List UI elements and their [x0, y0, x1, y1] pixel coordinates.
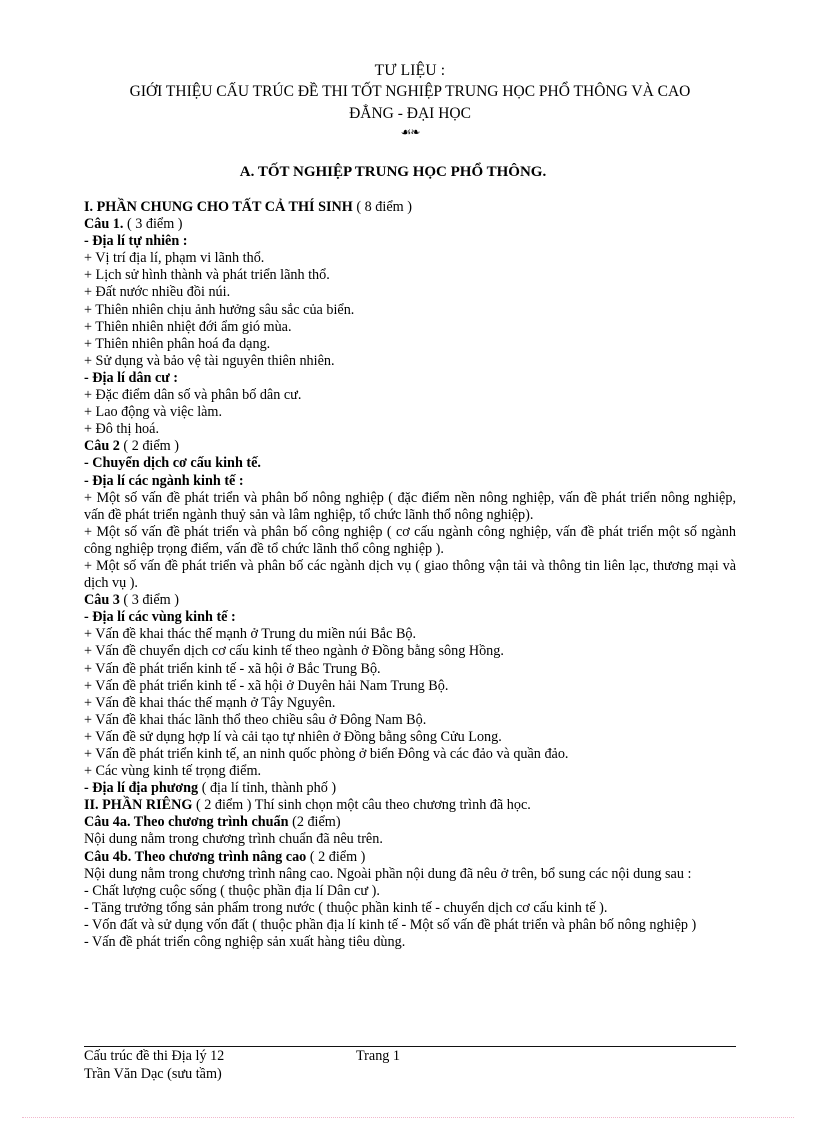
list-item: + Thiên nhiên chịu ảnh hưởng sâu sắc của…: [84, 301, 355, 318]
cau3-points: ( 3 điểm ): [123, 592, 179, 609]
list-item: + Vấn đề phát triển kinh tế - xã hội ở B…: [84, 660, 381, 677]
cau4b-points: ( 2 điểm ): [309, 848, 366, 865]
part-one-heading-points: ( 8 điểm ): [356, 199, 412, 215]
cau1-sub-natural-geography: - Địa lí tự nhiên :: [84, 233, 188, 250]
cau4a-label: Câu 4a. Theo chương trình chuẩn: [84, 814, 289, 831]
cau4a-points: (2 điểm): [292, 814, 341, 831]
list-item: + Vấn đề khai thác thế mạnh ở Tây Nguyên…: [84, 694, 336, 711]
cau1-label: Câu 1.: [84, 216, 124, 233]
list-item: + Đô thị hoá.: [84, 421, 159, 438]
title-line-3: ĐẲNG - ĐẠI HỌC: [349, 105, 471, 122]
ornament-divider-icon: ☙❧: [400, 125, 421, 139]
list-item: + Vấn đề khai thác thế mạnh ở Trung du m…: [84, 626, 417, 643]
cau4a-text: Nội dung nằm trong chương trình chuẩn đã…: [84, 831, 383, 848]
cau2-label: Câu 2: [84, 438, 120, 455]
cau3-sub-local-geography: - Địa lí địa phương ( địa lí tỉnh, thành…: [84, 780, 736, 797]
list-item: + Vấn đề phát triển kinh tế, an ninh quố…: [84, 746, 569, 762]
list-item: - Vốn đất và sử dụng vốn đất ( thuộc phầ…: [84, 916, 697, 933]
footer-divider: [84, 1046, 736, 1047]
list-item: - Chất lượng cuộc sống ( thuộc phần địa …: [84, 882, 380, 899]
cau1-sub-population-geography: - Địa lí dân cư :: [84, 369, 179, 386]
cau3-label: Câu 3: [84, 592, 120, 609]
page-footer: Cấu trúc đề thi Địa lý 12 Trang 1 Trần V…: [84, 1046, 736, 1083]
list-item: + Các vùng kinh tế trọng điểm.: [84, 763, 262, 780]
part-two-heading-note: ( 2 điểm ) Thí sinh chọn một câu theo ch…: [195, 797, 531, 814]
cau3-local-geography-label: - Địa lí địa phương: [84, 780, 199, 797]
list-item: + Vị trí địa lí, phạm vi lãnh thổ.: [84, 250, 265, 267]
bottom-dotted-rule: [22, 1117, 794, 1118]
list-item: + Thiên nhiên phân hoá đa dạng.: [84, 335, 271, 352]
part-one-heading: I. PHẦN CHUNG CHO TẤT CẢ THÍ SINH ( 8 đi…: [84, 199, 736, 216]
footer-author: Trần Văn Dạc (sưu tầm): [84, 1065, 222, 1082]
part-two-heading: II. PHẦN RIÊNG ( 2 điểm ) Thí sinh chọn …: [84, 797, 736, 814]
list-item: + Vấn đề chuyển dịch cơ cấu kinh tế theo…: [84, 643, 504, 660]
cau4b-label: Câu 4b. Theo chương trình nâng cao: [84, 848, 307, 865]
cau3-sub-regional-geography: - Địa lí các vùng kinh tế :: [84, 609, 236, 626]
cau2-points: ( 2 điểm ): [123, 438, 179, 455]
list-item: + Đặc điểm dân số và phân bố dân cư.: [84, 387, 302, 404]
footer-row: Cấu trúc đề thi Địa lý 12 Trang 1: [84, 1048, 736, 1066]
list-item: + Vấn đề phát triển kinh tế - xã hội ở D…: [84, 677, 449, 694]
cau1-points: ( 3 điểm ): [126, 216, 183, 233]
cau1-heading: Câu 1. ( 3 điểm ): [84, 216, 736, 233]
title-line-2: GIỚI THIỆU CẤU TRÚC ĐỀ THI TỐT NGHIỆP TR…: [129, 83, 691, 100]
list-item: - Tăng trưởng tổng sản phẩm trong nước (…: [84, 899, 608, 916]
cau3-heading: Câu 3 ( 3 điểm ): [84, 592, 736, 609]
list-item: + Lịch sử hình thành và phát triển lãnh …: [84, 267, 330, 284]
list-item: + Đất nước nhiều đồi núi.: [84, 284, 231, 301]
title-line-1: TƯ LIỆU :: [374, 62, 446, 79]
cau2-sub-economic-sectors: - Địa lí các ngành kinh tế :: [84, 472, 244, 489]
cau4b-intro: Nội dung nằm trong chương trình nâng cao…: [84, 865, 692, 882]
footer-document-title: Cấu trúc đề thi Địa lý 12: [84, 1048, 225, 1064]
document-title-block: TƯ LIỆU : GIỚI THIỆU CẤU TRÚC ĐỀ THI TỐT…: [84, 60, 736, 140]
list-item: - Vấn đề phát triển công nghiệp sản xuất…: [84, 934, 406, 951]
paragraph: + Một số vấn đề phát triển và phân bố cá…: [84, 557, 736, 592]
section-a-heading: A. TỐT NGHIỆP TRUNG HỌC PHỔ THÔNG.: [239, 164, 547, 180]
cau2-sub-economic-restructuring: - Chuyển dịch cơ cấu kinh tế.: [84, 455, 261, 472]
list-item: + Lao động và việc làm.: [84, 404, 223, 421]
document-body: I. PHẦN CHUNG CHO TẤT CẢ THÍ SINH ( 8 đi…: [84, 199, 736, 951]
document-page: TƯ LIỆU : GIỚI THIỆU CẤU TRÚC ĐỀ THI TỐT…: [0, 0, 816, 1123]
list-item: + Vấn đề sử dụng hợp lí và cải tạo tự nh…: [84, 728, 502, 745]
list-item: + Thiên nhiên nhiệt đới ẩm gió mùa.: [84, 318, 292, 335]
list-item: + Sử dụng và bảo vệ tài nguyên thiên nhi…: [84, 352, 335, 369]
list-item: + Vấn đề khai thác lãnh thổ theo chiều s…: [84, 711, 427, 728]
cau2-heading: Câu 2 ( 2 điểm ): [84, 438, 736, 455]
paragraph: + Một số vấn đề phát triển và phân bố cô…: [84, 523, 736, 557]
cau4a-heading: Câu 4a. Theo chương trình chuẩn (2 điểm): [84, 814, 736, 831]
paragraph: + Một số vấn đề phát triển và phân bố nô…: [84, 489, 736, 523]
footer-page-number: Trang 1: [356, 1048, 401, 1064]
part-two-heading-bold: II. PHẦN RIÊNG: [84, 797, 193, 814]
cau3-local-geography-note: ( địa lí tỉnh, thành phố ): [201, 780, 337, 797]
cau4b-heading: Câu 4b. Theo chương trình nâng cao ( 2 đ…: [84, 849, 736, 866]
part-one-heading-bold: I. PHẦN CHUNG CHO TẤT CẢ THÍ SINH: [84, 199, 353, 215]
